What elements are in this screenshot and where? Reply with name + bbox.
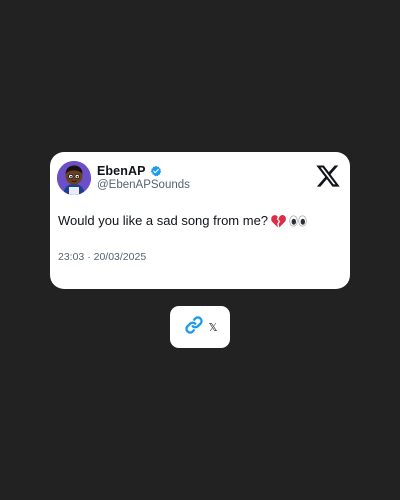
avatar-illustration [57,161,91,195]
link-icon [183,314,205,341]
name-row: EbenAP [97,164,162,178]
tweet-card[interactable]: EbenAP @EbenAPSounds Would you like a sa… [50,152,350,289]
tweet-text: Would you like a sad song from me? [58,213,307,228]
x-logo-icon[interactable] [315,163,341,189]
verified-badge-icon [150,165,162,177]
eyes-icon [289,214,307,227]
avatar[interactable] [57,161,91,195]
user-handle[interactable]: @EbenAPSounds [97,179,190,191]
tweet-body: Would you like a sad song from me? [58,213,269,228]
broken-heart-icon [271,214,286,228]
x-platform-label: 𝕏 [208,320,218,334]
display-name[interactable]: EbenAP [97,164,146,178]
tweet-timestamp[interactable]: 23:03 · 20/03/2025 [58,251,146,263]
copy-link-button[interactable]: 𝕏 [170,306,230,348]
